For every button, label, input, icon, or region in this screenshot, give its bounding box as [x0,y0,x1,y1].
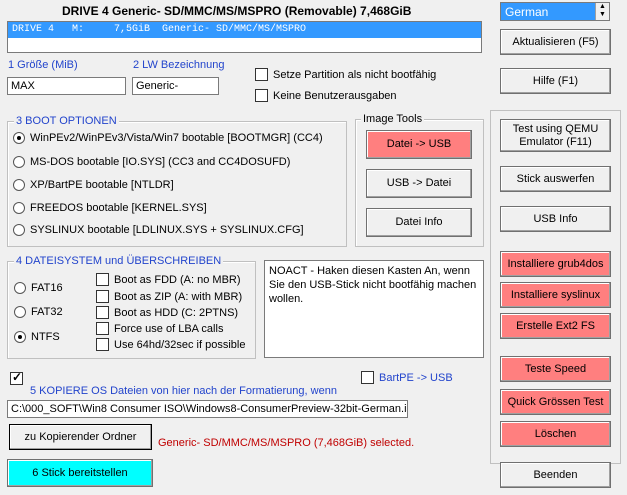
size-label: 1 Größe (MiB) [8,59,78,71]
fs-option-ntfs[interactable]: NTFS [14,331,60,343]
boot-option-4[interactable]: SYSLINUX bootable [LDLINUX.SYS + SYSLINU… [13,224,304,236]
speed-test-button[interactable]: Teste Speed [500,356,611,382]
qemu-button[interactable]: Test using QEMU Emulator (F11) [500,119,611,152]
boot-option-3[interactable]: FREEDOS bootable [KERNEL.SYS] [13,202,207,214]
file-info-button[interactable]: Datei Info [366,208,472,237]
boot-option-1-radio[interactable] [13,156,25,168]
not-bootable-label: Setze Partition als nicht bootfähig [273,68,437,81]
usb-info-button[interactable]: USB Info [500,206,611,232]
boot-option-0-radio[interactable] [13,132,25,144]
status-text: Generic- SD/MMC/MS/MSPRO (7,468GiB) sele… [158,437,415,449]
lba-label: Force use of LBA calls [114,322,224,335]
filesystem-legend: 4 DATEISYSTEM und ÜBERSCHREIBEN [14,255,224,267]
drive-title: DRIVE 4 Generic- SD/MMC/MS/MSPRO (Remova… [62,4,412,18]
help-button[interactable]: Hilfe (F1) [500,68,611,94]
fs-fat32-radio[interactable] [14,306,26,318]
fs-fat16-radio[interactable] [14,282,26,294]
image-tools-legend: Image Tools [361,113,425,125]
boot-option-4-label: SYSLINUX bootable [LDLINUX.SYS + SYSLINU… [30,224,304,236]
bartpe-label: BartPE -> USB [379,371,453,384]
noact-textbox[interactable]: NOACT - Haken diesen Kasten An, wenn Sie… [264,260,484,358]
boot-zip-label: Boot as ZIP (A: with MBR) [114,290,243,303]
ext2-button[interactable]: Erstelle Ext2 FS [500,313,611,339]
image-tools-group: Image Tools Datei -> USB USB -> Datei Da… [355,113,484,247]
size-input[interactable]: MAX [7,77,126,95]
no-user-output-label: Keine Benutzerausgaben [273,89,397,102]
eject-button[interactable]: Stick auswerfen [500,166,611,192]
usb-to-file-button[interactable]: USB -> Datei [366,169,472,198]
iso-path-input[interactable]: C:\000_SOFT\Win8 Consumer ISO\Windows8-C… [7,400,408,418]
language-value: German [505,5,549,19]
refresh-button[interactable]: Aktualisieren (F5) [500,29,611,55]
boot-option-0[interactable]: WinPEv2/WinPEv3/Vista/Win7 bootable [BOO… [13,132,323,144]
bartpe-option[interactable]: BartPE -> USB [361,371,453,384]
boot-hdd-label: Boot as HDD (C: 2PTNS) [114,306,239,319]
boot-option-4-radio[interactable] [13,224,25,236]
fs-ntfs-label: NTFS [31,331,60,343]
syslinux-button[interactable]: Installiere syslinux [500,282,611,308]
boot-hdd-checkbox[interactable] [96,306,109,319]
drive-list-item[interactable]: DRIVE 4 M: 7,5GiB Generic- SD/MMC/MS/MSP… [8,22,481,38]
boot-option-2[interactable]: XP/BartPE bootable [NTLDR] [13,179,174,191]
hd64-option[interactable]: Use 64hd/32sec if possible [96,338,245,351]
boot-fdd-option[interactable]: Boot as FDD (A: no MBR) [96,273,241,286]
boot-hdd-option[interactable]: Boot as HDD (C: 2PTNS) [96,306,238,319]
boot-fdd-label: Boot as FDD (A: no MBR) [114,273,241,286]
copy-checkbox[interactable] [10,370,23,385]
spinner-icon[interactable]: ▲ ▼ [595,3,609,20]
boot-option-2-radio[interactable] [13,179,25,191]
boot-option-3-label: FREEDOS bootable [KERNEL.SYS] [30,202,207,214]
no-user-output-option[interactable]: Keine Benutzerausgaben [255,89,397,102]
boot-options-group: 3 BOOT OPTIONEN WinPEv2/WinPEv3/Vista/Wi… [7,115,347,247]
fs-ntfs-radio[interactable] [14,331,26,343]
not-bootable-checkbox[interactable] [255,68,268,81]
file-to-usb-button[interactable]: Datei -> USB [366,130,472,159]
fs-option-fat16[interactable]: FAT16 [14,282,63,294]
fs-option-fat32[interactable]: FAT32 [14,306,63,318]
grub4dos-button[interactable]: Installiere grub4dos [500,251,611,277]
fs-fat16-label: FAT16 [31,282,63,294]
lba-option[interactable]: Force use of LBA calls [96,322,223,335]
hd64-label: Use 64hd/32sec if possible [114,338,246,351]
delete-button[interactable]: Löschen [500,421,611,447]
boot-fdd-checkbox[interactable] [96,273,109,286]
quit-button[interactable]: Beenden [500,462,611,488]
boot-option-1-label: MS-DOS bootable [IO.SYS] (CC3 and CC4DOS… [30,156,291,168]
drive-list[interactable]: DRIVE 4 M: 7,5GiB Generic- SD/MMC/MS/MSP… [7,21,482,53]
not-bootable-option[interactable]: Setze Partition als nicht bootfähig [255,68,436,81]
target-folder-button[interactable]: zu Kopierender Ordner [9,424,152,450]
bartpe-checkbox[interactable] [361,371,374,384]
name-input[interactable]: Generic- [132,77,219,95]
quick-size-test-button[interactable]: Quick Grössen Test [500,389,611,415]
lba-checkbox[interactable] [96,322,109,335]
boot-zip-checkbox[interactable] [96,290,109,303]
boot-option-1[interactable]: MS-DOS bootable [IO.SYS] (CC3 and CC4DOS… [13,156,290,168]
filesystem-group: 4 DATEISYSTEM und ÜBERSCHREIBEN FAT16 FA… [7,255,256,359]
boot-option-0-label: WinPEv2/WinPEv3/Vista/Win7 bootable [BOO… [30,132,323,144]
hd64-checkbox[interactable] [96,338,109,351]
prepare-stick-button[interactable]: 6 Stick bereitstellen [7,459,153,487]
fs-fat32-label: FAT32 [31,306,63,318]
language-select[interactable]: German ▲ ▼ [500,2,610,21]
boot-option-3-radio[interactable] [13,202,25,214]
name-label: 2 LW Bezeichnung [133,59,225,71]
boot-options-legend: 3 BOOT OPTIONEN [14,115,119,127]
no-user-output-checkbox[interactable] [255,89,268,102]
boot-option-2-label: XP/BartPE bootable [NTLDR] [30,179,174,191]
boot-zip-option[interactable]: Boot as ZIP (A: with MBR) [96,290,242,303]
